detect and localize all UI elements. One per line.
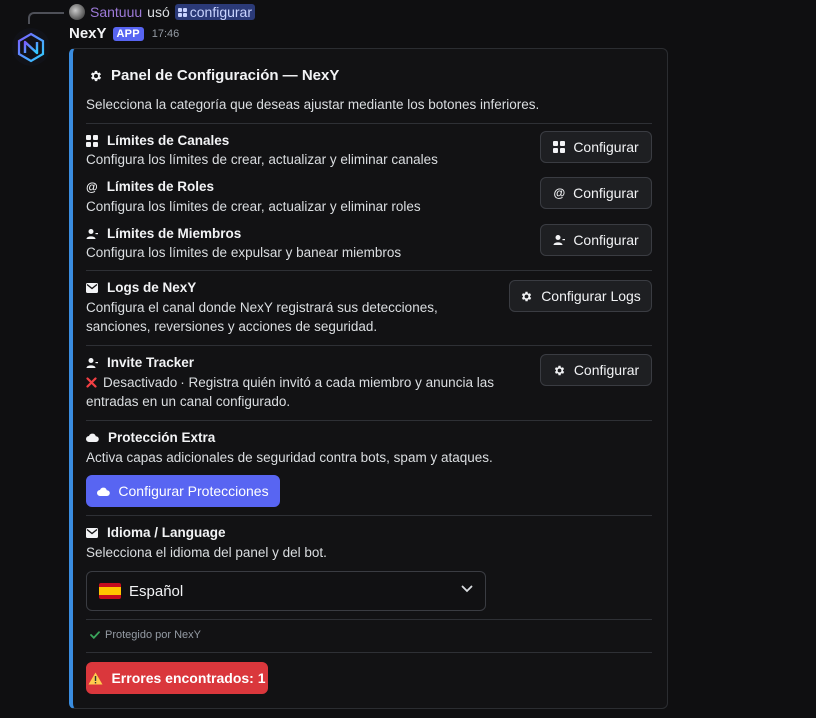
language-description: Selecciona el idioma del panel y del bot… — [86, 545, 327, 560]
errors-found-button[interactable]: Errores encontrados: 1 — [86, 662, 268, 694]
cloud-icon — [86, 433, 99, 442]
footer-text: Protegido por NexY — [105, 629, 201, 641]
channels-description: Configura los límites de crear, actualiz… — [86, 152, 438, 167]
gear-icon — [520, 290, 533, 303]
logs-description-line2: sanciones, reversiones y acciones de seg… — [86, 319, 378, 334]
command-name: configurar — [189, 4, 253, 20]
envelope-icon — [86, 527, 98, 538]
message-header: NexY APP 17:46 — [69, 25, 179, 42]
divider — [86, 619, 652, 620]
extra-description: Activa capas adicionales de seguridad co… — [86, 450, 493, 465]
reply-username[interactable]: Santuuu — [90, 4, 142, 20]
divider — [86, 420, 652, 421]
logs-description-line1: Configura el canal donde NexY registrará… — [86, 300, 438, 315]
chevron-down-icon — [461, 585, 473, 593]
invite-description-line2: entradas en un canal configurado. — [86, 394, 291, 409]
embed-footer: Protegido por NexY — [90, 629, 201, 641]
person-icon — [553, 234, 566, 246]
logs-title-text: Logs de NexY — [107, 280, 197, 295]
language-select[interactable]: Español — [86, 571, 486, 611]
grid-icon — [553, 141, 566, 153]
embed-title: Panel de Configuración — NexY — [89, 67, 339, 84]
divider — [86, 345, 652, 346]
command-mention[interactable]: configurar — [174, 4, 256, 20]
warning-icon — [88, 672, 103, 685]
configure-protections-button[interactable]: Configurar Protecciones — [86, 475, 280, 507]
button-label: Configurar — [573, 185, 639, 201]
gear-icon — [553, 364, 566, 377]
configure-channels-button[interactable]: Configurar — [540, 131, 652, 163]
person-icon — [86, 357, 98, 369]
reply-connector — [28, 12, 64, 24]
command-icon — [177, 7, 187, 17]
reply-avatar[interactable] — [69, 4, 85, 20]
gear-icon — [89, 69, 103, 83]
configure-logs-button[interactable]: Configurar Logs — [509, 280, 652, 312]
logs-field-title: Logs de NexY — [86, 280, 196, 295]
divider — [86, 652, 652, 653]
invite-status: Desactivado — [103, 375, 178, 390]
grid-icon — [86, 134, 98, 147]
embed-title-text: Panel de Configuración — NexY — [111, 67, 340, 84]
bot-avatar[interactable] — [12, 28, 50, 66]
app-badge: APP — [112, 26, 144, 41]
language-selected-value: Español — [129, 582, 184, 600]
button-label: Configurar Protecciones — [118, 483, 269, 499]
invite-field-title: Invite Tracker — [86, 355, 194, 370]
language-title-text: Idioma / Language — [107, 525, 226, 540]
channels-title-text: Límites de Canales — [107, 133, 230, 148]
button-label: Configurar — [573, 139, 639, 155]
channels-field-title: Límites de Canales — [86, 133, 229, 148]
cloud-icon — [97, 487, 111, 496]
reply-verb: usó — [147, 4, 170, 20]
reply-context[interactable]: Santuuu usó configurar — [69, 3, 256, 21]
timestamp: 17:46 — [151, 27, 180, 40]
divider — [86, 123, 652, 124]
members-title-text: Límites de Miembros — [107, 226, 242, 241]
config-embed: Panel de Configuración — NexY Selecciona… — [69, 48, 668, 709]
button-label: Configurar — [573, 362, 640, 378]
divider — [86, 515, 652, 516]
button-label: Configurar Logs — [541, 288, 641, 304]
at-icon: @ — [86, 179, 98, 194]
configure-invite-tracker-button[interactable]: Configurar — [540, 354, 652, 386]
cross-icon — [86, 377, 97, 388]
roles-field-title: @ Límites de Roles — [86, 179, 214, 194]
roles-description: Configura los límites de crear, actualiz… — [86, 199, 421, 214]
extra-field-title: Protección Extra — [86, 430, 215, 445]
check-icon — [90, 631, 100, 639]
members-description: Configura los límites de expulsar y bane… — [86, 245, 402, 260]
configure-roles-button[interactable]: @ Configurar — [540, 177, 652, 209]
roles-title-text: Límites de Roles — [106, 179, 214, 194]
nexy-logo-icon — [17, 32, 45, 63]
spain-flag-icon — [99, 583, 121, 599]
embed-description: Selecciona la categoría que deseas ajust… — [86, 97, 540, 112]
person-icon — [86, 228, 98, 240]
author-name[interactable]: NexY — [69, 25, 107, 42]
invite-description-line1: Desactivado · Registra quién invitó a ca… — [86, 373, 494, 392]
divider — [86, 270, 652, 271]
button-label: Configurar — [573, 232, 639, 248]
extra-title-text: Protección Extra — [108, 430, 216, 445]
invite-text-line1: · Registra quién invitó a cada miembro y… — [180, 375, 494, 390]
configure-members-button[interactable]: Configurar — [540, 224, 652, 256]
button-label: Errores encontrados: 1 — [111, 670, 266, 686]
members-field-title: Límites de Miembros — [86, 226, 241, 241]
envelope-icon — [86, 282, 98, 293]
invite-title-text: Invite Tracker — [107, 355, 195, 370]
at-icon: @ — [553, 186, 566, 200]
language-field-title: Idioma / Language — [86, 525, 226, 540]
